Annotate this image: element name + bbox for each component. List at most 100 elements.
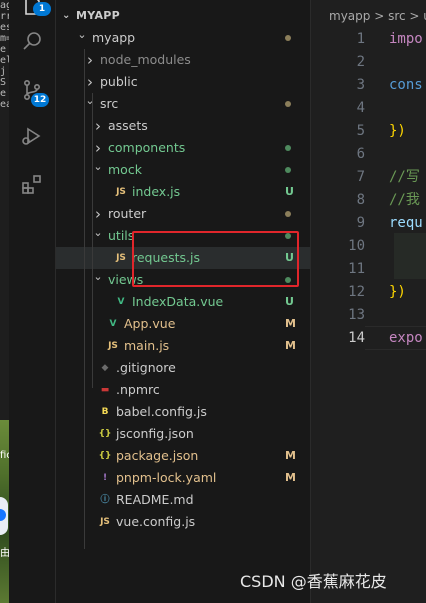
code-line[interactable]: impo (389, 28, 423, 50)
desktop-label-2: 由 (0, 548, 9, 559)
file-row[interactable]: ▬ .npmrc (56, 379, 310, 401)
file-name: vue.config.js (116, 514, 196, 529)
file-name: App.vue (124, 316, 176, 331)
npm-file-icon: ▬ (100, 385, 110, 395)
chevron-right-icon[interactable]: › (92, 203, 104, 225)
desktop-label: fic (0, 450, 9, 461)
source-control-button[interactable]: 12 (9, 70, 55, 110)
file-name: package.json (116, 448, 199, 463)
desktop-text: ag rr es m= e el j S e ea (0, 0, 9, 110)
line-number: 10 (348, 238, 365, 254)
folder-row[interactable]: › node_modules (56, 49, 310, 71)
file-row[interactable]: ⓘ README.md (56, 489, 310, 511)
file-row[interactable]: JS vue.config.js (56, 511, 310, 533)
code-line[interactable]: //写 (389, 166, 420, 188)
file-row[interactable]: JS main.js M (56, 335, 310, 357)
yaml-file-icon: ! (102, 473, 108, 483)
code-line[interactable]: requ (389, 212, 423, 234)
line-number: 4 (356, 100, 365, 116)
chevron-down-icon[interactable]: ⌄ (92, 225, 104, 241)
folder-row[interactable]: › router (56, 203, 310, 225)
extensions-icon (22, 175, 41, 194)
desktop-background: ag rr es m= e el j S e ea fic 由 (0, 0, 9, 603)
run-debug-button[interactable] (9, 116, 55, 156)
source-control-badge: 12 (31, 93, 49, 107)
file-row[interactable]: {} jsconfig.json (56, 423, 310, 445)
explorer-badge: 1 (33, 2, 51, 16)
line-number: 2 (356, 54, 365, 70)
file-row[interactable]: Bbabel.config.js (56, 401, 310, 423)
file-row[interactable]: JS index.js U (56, 181, 310, 203)
taskbar-app-icon[interactable] (0, 497, 8, 535)
vue-file-icon: V (117, 297, 125, 307)
chevron-right-icon[interactable]: › (92, 137, 104, 159)
js-file-icon: JS (116, 187, 126, 197)
code-line[interactable]: expo (389, 327, 423, 349)
git-file-icon: ◆ (101, 363, 109, 373)
explorer-header[interactable]: ⌄ MYAPP (56, 5, 310, 27)
code-line[interactable]: }) (389, 120, 406, 142)
vue-file-icon: V (109, 319, 117, 329)
line-number: 9 (356, 215, 365, 231)
folder-row[interactable]: › assets (56, 115, 310, 137)
indent-guide (92, 93, 93, 388)
chevron-down-icon[interactable]: ⌄ (84, 93, 96, 109)
folder-row[interactable]: ⌄ src (56, 93, 310, 115)
modified-dot (285, 211, 291, 217)
line-number: 13 (348, 307, 365, 323)
git-status-badge: M (285, 471, 296, 484)
code-line[interactable]: //我 (389, 189, 420, 211)
folder-name: myapp (92, 30, 136, 45)
file-name: index.js (132, 184, 181, 199)
folder-row[interactable]: ⌄ myapp (56, 27, 310, 49)
chevron-down-icon: ⌄ (62, 10, 71, 21)
search-button[interactable] (9, 21, 55, 61)
chevron-right-icon[interactable]: › (84, 49, 96, 71)
folder-row[interactable]: › components (56, 137, 310, 159)
code-line[interactable]: cons (389, 74, 423, 96)
line-number: 14 (348, 330, 365, 346)
line-number: 11 (348, 261, 365, 277)
folder-name: utils (108, 228, 135, 243)
annotation-highlight-box (132, 231, 299, 287)
file-row[interactable]: {} package.json M (56, 445, 310, 467)
git-status-badge: M (285, 449, 296, 462)
folder-row[interactable]: › public (56, 71, 310, 93)
chevron-down-icon[interactable]: ⌄ (92, 269, 104, 285)
git-status-badge: M (285, 317, 296, 330)
file-name: main.js (124, 338, 170, 353)
editor-pane: myapp > src > ut 1 impo 2 3 cons 4 5}) 6 7 //写 8 //… (310, 0, 426, 603)
extensions-button[interactable] (9, 165, 55, 205)
folder-name: components (108, 140, 186, 155)
folder-row[interactable]: ⌄ mock (56, 159, 310, 181)
file-name: README.md (116, 492, 194, 507)
chevron-right-icon[interactable]: › (84, 71, 96, 93)
run-debug-icon (22, 127, 41, 145)
json-file-icon: {} (98, 429, 112, 439)
file-row[interactable]: ! pnpm-lock.yaml M (56, 467, 310, 489)
watermark: CSDN @香蕉麻花皮 (240, 572, 387, 591)
folder-name: mock (108, 162, 142, 177)
folder-name: src (100, 96, 119, 111)
breadcrumb[interactable]: myapp > src > ut (329, 6, 426, 26)
git-status-badge: U (285, 295, 294, 308)
file-row[interactable]: V App.vue M (56, 313, 310, 335)
git-status-badge: M (285, 339, 296, 352)
js-file-icon: JS (108, 341, 118, 351)
file-name: jsconfig.json (116, 426, 194, 441)
info-file-icon: ⓘ (100, 495, 110, 505)
modified-dot (285, 167, 291, 173)
file-row[interactable]: V IndexData.vue U (56, 291, 310, 313)
file-name: babel.config.js (116, 404, 207, 419)
line-number: 8 (356, 192, 365, 208)
line-number: 1 (356, 31, 365, 47)
chevron-right-icon[interactable]: › (92, 115, 104, 137)
chevron-down-icon[interactable]: ⌄ (76, 27, 88, 43)
code-line[interactable]: }) (389, 281, 406, 303)
file-row[interactable]: ◆ .gitignore (56, 357, 310, 379)
line-number: 6 (356, 146, 365, 162)
folder-name: assets (108, 118, 148, 133)
js-file-icon: JS (100, 517, 110, 527)
chevron-down-icon[interactable]: ⌄ (92, 159, 104, 175)
block-highlight (394, 233, 426, 279)
